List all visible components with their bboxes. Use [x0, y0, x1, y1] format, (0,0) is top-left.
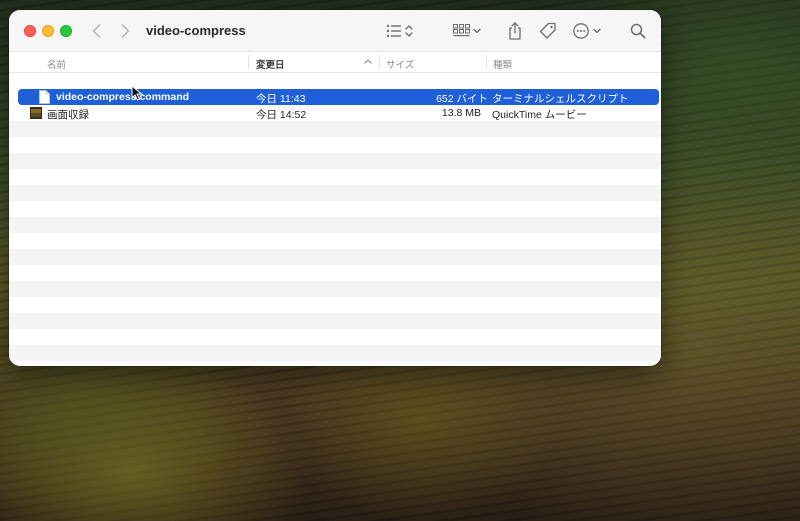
file-size: 13.8 MB	[441, 107, 481, 119]
toolbar: video-compress	[9, 10, 661, 52]
grid-group-icon[interactable]	[452, 21, 484, 41]
share-icon[interactable]	[507, 21, 523, 41]
column-kind-header[interactable]: 種類	[493, 57, 512, 71]
sort-ascending-icon[interactable]	[363, 56, 373, 69]
chevron-right-icon[interactable]	[115, 21, 135, 41]
file-modified: 今日 14:52	[256, 109, 307, 121]
tag-icon[interactable]	[538, 21, 558, 41]
file-modified: 今日 11:43	[256, 93, 306, 105]
empty-row	[9, 281, 661, 297]
empty-row	[9, 153, 661, 169]
empty-row	[9, 217, 661, 233]
minimize-button[interactable]	[42, 25, 54, 37]
movie-file-icon	[30, 107, 42, 119]
mouse-pointer-icon	[131, 84, 143, 106]
column-modified-header[interactable]: 変更日	[256, 57, 285, 71]
file-name: 画面収録	[47, 109, 89, 121]
file-list: video-compress.command 今日 11:43 652 バイト …	[9, 73, 661, 366]
file-name: video-compress.command	[56, 91, 190, 103]
file-size: 652 バイト	[436, 93, 488, 105]
file-kind: QuickTime ムービー	[492, 109, 587, 121]
column-name-header[interactable]: 名前	[47, 57, 66, 71]
ellipsis-circle-icon[interactable]	[572, 21, 606, 41]
column-divider[interactable]	[486, 55, 487, 69]
column-header: 名前 変更日 サイズ 種類	[9, 52, 661, 73]
file-row-screen-recording[interactable]: 画面収録 今日 14:52 13.8 MB QuickTime ムービー	[9, 105, 661, 121]
window-title: video-compress	[146, 23, 246, 38]
empty-row	[9, 185, 661, 201]
column-divider[interactable]	[379, 55, 380, 69]
empty-row	[9, 345, 661, 361]
finder-window: video-compress 名前 変更日 サイズ 種類 video-compr…	[9, 10, 661, 366]
empty-row	[9, 313, 661, 329]
column-divider[interactable]	[248, 55, 249, 69]
column-size-header[interactable]: サイズ	[386, 57, 414, 71]
zoom-button[interactable]	[60, 25, 72, 37]
empty-row	[9, 121, 661, 137]
chevron-left-icon[interactable]	[87, 21, 107, 41]
close-button[interactable]	[24, 25, 36, 37]
search-icon[interactable]	[629, 21, 647, 41]
empty-row	[9, 249, 661, 265]
file-kind: ターミナルシェルスクリプト	[492, 93, 629, 105]
document-icon	[39, 90, 50, 104]
file-row-video-compress-command[interactable]: video-compress.command 今日 11:43 652 バイト …	[18, 89, 659, 105]
list-view-icon[interactable]	[385, 21, 417, 41]
